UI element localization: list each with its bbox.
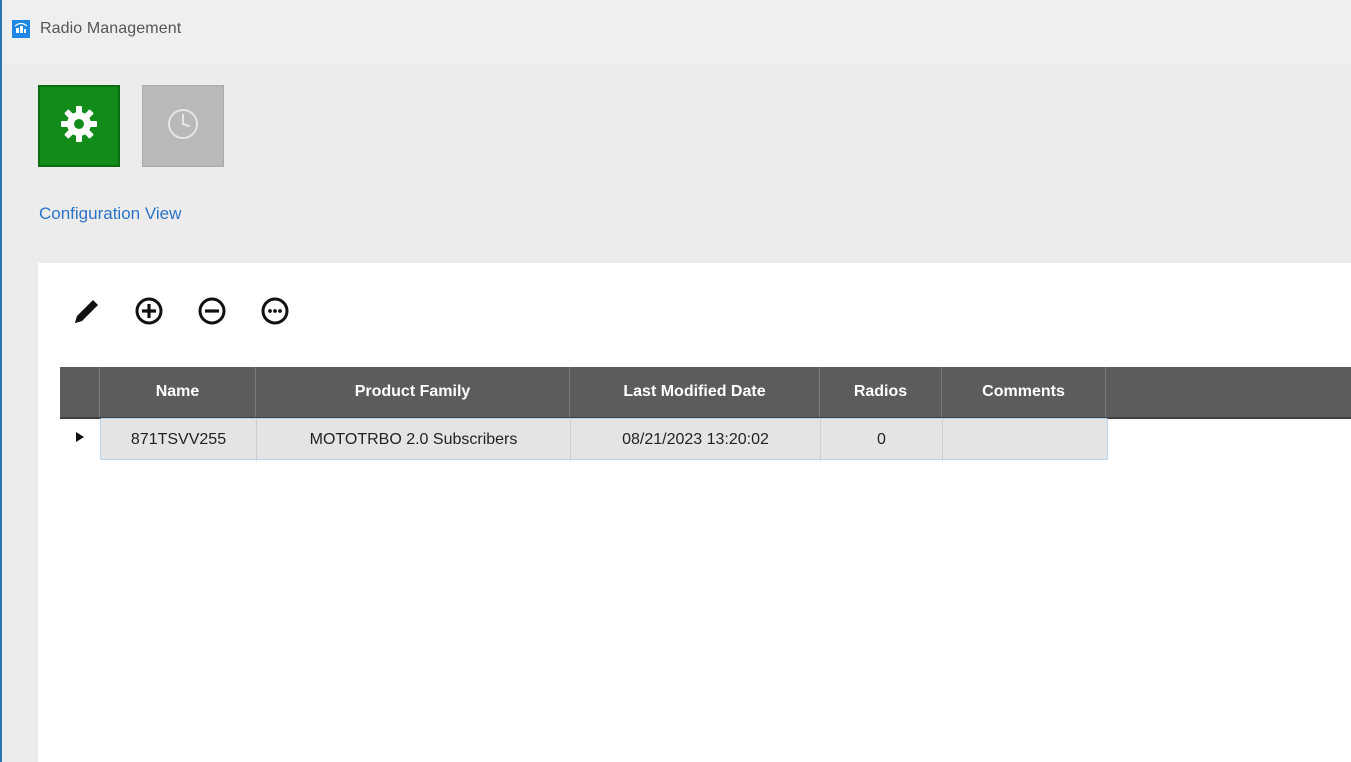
edit-button[interactable] xyxy=(68,295,104,331)
window-title: Radio Management xyxy=(40,20,182,37)
table-row[interactable]: 871TSVV255 MOTOTRBO 2.0 Subscribers 08/2… xyxy=(60,418,1110,461)
history-view-button[interactable] xyxy=(142,85,224,167)
remove-button[interactable] xyxy=(194,295,230,331)
plus-circle-icon xyxy=(134,296,164,331)
title-bar: Radio Management xyxy=(2,0,1351,64)
column-header-comments[interactable]: Comments xyxy=(942,367,1106,417)
content-panel: Name Product Family Last Modified Date R… xyxy=(38,263,1351,762)
cell-comments xyxy=(943,419,1107,461)
row-cells: 871TSVV255 MOTOTRBO 2.0 Subscribers 08/2… xyxy=(100,418,1108,461)
column-header-name[interactable]: Name xyxy=(100,367,256,417)
cell-name: 871TSVV255 xyxy=(101,419,257,461)
more-button[interactable] xyxy=(257,295,293,331)
column-header-product-family[interactable]: Product Family xyxy=(256,367,570,417)
app-icon xyxy=(12,20,30,38)
header-filler xyxy=(1106,367,1351,417)
cell-radios: 0 xyxy=(821,419,943,461)
column-header-last-modified-date[interactable]: Last Modified Date xyxy=(570,367,820,417)
cell-last-modified-date: 08/21/2023 13:20:02 xyxy=(571,419,821,461)
minus-circle-icon xyxy=(197,296,227,331)
row-expander[interactable] xyxy=(60,418,100,460)
configuration-view-button[interactable] xyxy=(38,85,120,167)
more-circle-icon xyxy=(260,296,290,331)
window-border xyxy=(0,0,2,762)
header-expander-column xyxy=(60,367,100,417)
pencil-icon xyxy=(69,294,103,333)
column-header-radios[interactable]: Radios xyxy=(820,367,942,417)
grid-header: Name Product Family Last Modified Date R… xyxy=(60,367,1351,419)
cell-product-family: MOTOTRBO 2.0 Subscribers xyxy=(257,419,571,461)
add-button[interactable] xyxy=(131,295,167,331)
configuration-view-label[interactable]: Configuration View xyxy=(39,204,181,224)
toolbar xyxy=(68,293,293,333)
gear-icon xyxy=(57,102,101,151)
clock-icon xyxy=(165,106,201,147)
expand-arrow-icon xyxy=(75,430,85,448)
